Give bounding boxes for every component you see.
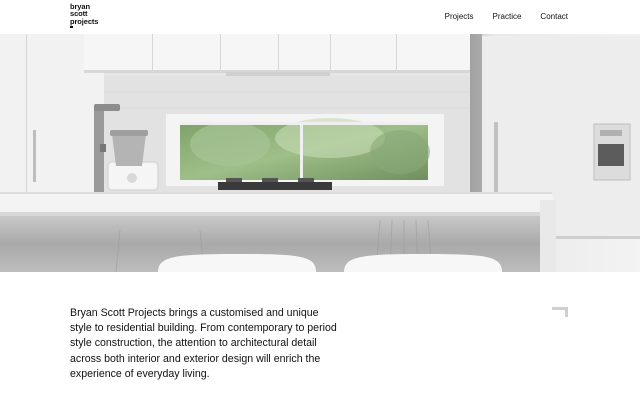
logo-mark-icon [70,26,73,29]
main-nav: Projects Practice Contact [445,12,568,21]
nav-link-projects[interactable]: Projects [445,12,474,21]
intro-line: experience of everyday living. [70,367,210,380]
kitchen-illustration [0,34,640,272]
intro-text: Bryan Scott Projects brings a customised… [70,306,370,382]
logo-line-3: projects [70,16,99,26]
site-header: bryan scott projects Projects Practice C… [0,0,640,34]
nav-link-contact[interactable]: Contact [540,12,568,21]
site-logo[interactable]: bryan scott projects [70,3,99,29]
corner-bracket-icon [552,307,568,317]
intro-line: across both interior and exterior design… [70,352,321,365]
nav-link-practice[interactable]: Practice [493,12,522,21]
intro-line: style construction, the attention to arc… [70,337,317,350]
intro-line: Bryan Scott Projects brings a customised… [70,307,319,319]
hero-image [0,34,640,272]
intro-line: style to residential building. From cont… [70,322,337,335]
